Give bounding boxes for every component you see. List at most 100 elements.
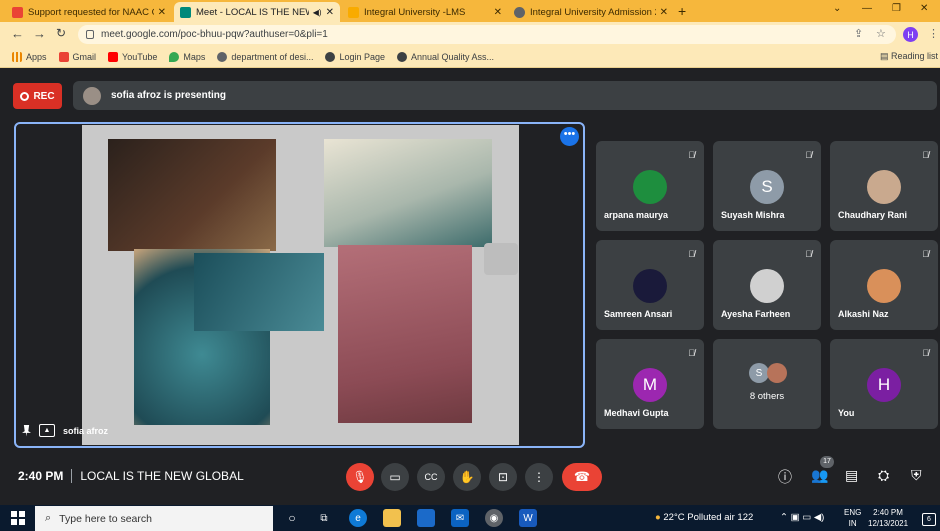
participant-name: Samreen Ansari [604,309,673,319]
file-explorer-icon[interactable] [383,509,401,527]
close-tab-icon[interactable]: ✕ [660,7,668,18]
presenting-screen-icon: ▲ [39,424,55,437]
camera-icon: ▭ [389,470,401,484]
self-tile[interactable]: 🎙̸ H You [830,339,938,429]
others-tile[interactable]: S 8 others [713,339,821,429]
task-view-icon[interactable]: ⧉ [315,509,333,527]
browser-tab-meet[interactable]: Meet - LOCAL IS THE NEW G ◀) ✕ [174,2,340,22]
participant-name: arpana maurya [604,210,669,220]
pin-icon[interactable] [22,424,31,437]
present-now-button[interactable]: ⊡ [489,463,517,491]
bookmark-apps[interactable]: Apps [12,52,47,62]
reload-icon[interactable]: ↻ [56,26,66,40]
system-clock[interactable]: 2:40 PM 12/13/2021 [868,507,908,529]
close-tab-icon[interactable]: ✕ [158,7,166,18]
people-icon[interactable]: 👥 [811,467,828,484]
participant-tile[interactable]: 🎙̸ Ayesha Farheen [713,240,821,330]
camera-toggle-button[interactable]: ▭ [381,463,409,491]
participant-tile[interactable]: 🎙̸ arpana maurya [596,141,704,231]
tab-title: Integral University -LMS [364,6,466,18]
hang-up-icon: ☎ [573,469,591,484]
presentation-stage[interactable] [14,122,585,448]
profile-avatar[interactable]: H [903,27,918,42]
participant-tile[interactable]: 🎙̸ Samreen Ansari [596,240,704,330]
slide-photo-embroidery-black [108,139,276,251]
bookmark-youtube[interactable]: YouTube [108,52,157,62]
participant-avatar [633,269,667,303]
bookmark-login[interactable]: Login Page [325,52,385,62]
raise-hand-button[interactable]: ✋ [453,463,481,491]
participant-tile[interactable]: 🎙̸ S Suyash Mishra [713,141,821,231]
slide-photo-embroidery-pink [338,245,472,423]
participant-avatar [750,269,784,303]
bookmark-maps[interactable]: Maps [169,52,205,62]
chrome-icon[interactable]: ◉ [485,509,503,527]
edge-icon[interactable]: e [349,509,367,527]
browser-tab-admission[interactable]: Integral University Admission 20 ✕ [508,2,674,22]
new-tab-icon[interactable]: + [678,3,686,19]
tab-search-icon[interactable]: ⌄ [833,3,841,14]
windows-start-icon[interactable] [11,511,25,525]
presenter-name: sofia afroz [63,425,109,436]
chat-icon[interactable]: ▤ [845,467,858,484]
browser-menu-icon[interactable]: ⋮ [928,27,939,40]
stage-more-options-icon[interactable]: ••• [560,127,579,146]
bookmark-star-icon[interactable]: ☆ [876,27,886,40]
close-tab-icon[interactable]: ✕ [326,7,334,18]
reading-list-button[interactable]: ▤ Reading list [880,51,938,62]
captions-button[interactable]: CC [417,463,445,491]
close-window-icon[interactable]: ✕ [920,3,928,14]
forward-icon[interactable]: → [33,26,46,41]
browser-tab-naac[interactable]: Support requested for NAAC Cri ✕ [6,2,172,22]
microphone-toggle-button[interactable]: 🎙 [346,463,374,491]
slide-photo-embroidery-white [324,139,492,247]
minimize-icon[interactable]: — [862,3,872,14]
slide-photo-embroidery-teal-detail [194,253,324,331]
clock-time: 2:40 PM [873,508,903,517]
leave-call-button[interactable]: ☎ [562,463,602,491]
bookmark-department[interactable]: department of desi... [217,52,313,62]
tab-audio-icon[interactable]: ◀) [313,8,322,17]
bookmark-label: YouTube [122,52,158,62]
cortana-icon[interactable]: ○ [283,509,301,527]
activities-icon[interactable]: ⛭ [878,467,889,484]
presenting-banner: sofia afroz is presenting [73,81,937,110]
taskbar-search-box[interactable]: ⌕ Type here to search [35,506,273,531]
participant-tile[interactable]: 🎙̸ M Medhavi Gupta [596,339,704,429]
slide-nav-handle[interactable] [484,243,518,275]
more-options-button[interactable]: ⋮ [525,463,553,491]
close-tab-icon[interactable]: ✕ [494,7,502,18]
store-icon[interactable] [417,509,435,527]
participant-avatar [633,170,667,204]
reading-list-icon: ▤ [880,51,892,61]
participant-name: Medhavi Gupta [604,408,669,418]
address-bar[interactable]: meet.google.com/poc-bhuu-pqw?authuser=0&… [78,25,896,44]
stage-footer: ▲ sofia afroz [22,424,108,437]
notifications-button[interactable]: 6 [922,513,936,526]
participant-name: Ayesha Farheen [721,309,791,319]
restore-icon[interactable]: ❐ [892,3,901,14]
participant-tile[interactable]: 🎙̸ Alkashi Naz [830,240,938,330]
language-indicator[interactable]: ENG IN [844,507,861,529]
meeting-details-icon[interactable]: ⓘ [778,467,792,487]
weather-widget[interactable]: ● 22°C Polluted air 122 [655,512,753,523]
bookmark-label: Login Page [339,52,386,62]
search-icon: ⌕ [45,512,52,524]
host-controls-icon[interactable]: ⛨ [911,467,922,484]
mail-icon[interactable]: ✉ [451,509,469,527]
bookmark-gmail[interactable]: Gmail [58,52,96,62]
divider [71,469,73,483]
back-icon[interactable]: ← [11,26,24,41]
word-icon[interactable]: W [519,509,537,527]
participant-avatar [867,170,901,204]
share-icon[interactable]: ⇪ [854,27,863,40]
search-placeholder: Type here to search [59,512,152,525]
globe-favicon-icon [514,6,525,18]
tray-icons[interactable]: ⌃ ▣ ▭ ◀) [780,512,824,523]
participant-avatar: M [633,368,667,402]
participant-tile[interactable]: 🎙̸ Chaudhary Rani [830,141,938,231]
bookmark-annual-quality[interactable]: Annual Quality Ass... [397,52,494,62]
captions-icon: CC [424,472,438,482]
browser-tab-lms[interactable]: Integral University -LMS ✕ [342,2,508,22]
globe-icon [217,52,228,62]
